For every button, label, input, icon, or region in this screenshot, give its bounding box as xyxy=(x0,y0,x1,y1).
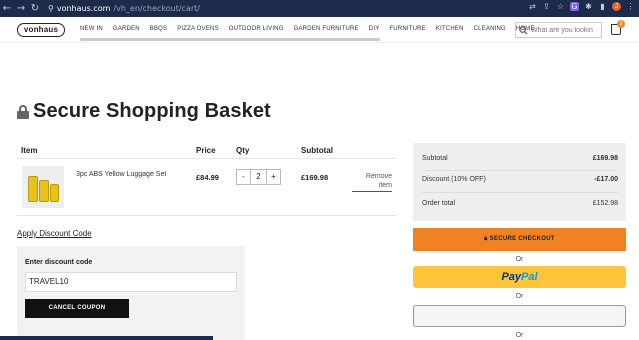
alternative-payment-button[interactable] xyxy=(413,305,626,327)
vonhaus-logo[interactable]: vonhaus xyxy=(17,23,65,37)
site-info-icon[interactable]: ⚲ xyxy=(48,4,54,13)
total-label: Order total xyxy=(422,200,456,207)
discount-row-value: -£17.00 xyxy=(594,176,618,183)
lock-icon: 🔒︎ xyxy=(484,236,488,242)
total-value: £152.98 xyxy=(592,200,618,207)
extension-icon[interactable]: G xyxy=(570,2,579,11)
url-host: vonhaus.com xyxy=(56,4,111,13)
col-subtotal-header: Subtotal xyxy=(301,146,333,155)
search-icon xyxy=(519,25,528,34)
menu-item[interactable]: NEW IN xyxy=(80,26,103,32)
summary-discount-row: Discount (10% OFF) -£17.00 xyxy=(422,176,618,183)
browser-tools: ⇄ ⇪ ☆ G ✱ ▮ J ⋮ xyxy=(528,2,635,11)
quantity-stepper: - 2 + xyxy=(236,169,281,185)
share-icon[interactable]: ⇪ xyxy=(542,2,551,11)
url-path: /vh_en/checkout/cart/ xyxy=(113,4,200,13)
bookmark-icon[interactable]: ☆ xyxy=(556,2,565,11)
discount-code-input[interactable]: TRAVEL10 xyxy=(25,272,237,292)
sidebar-icon[interactable]: ▮ xyxy=(598,2,607,11)
order-summary: Subtotal £169.98 Discount (10% OFF) -£17… xyxy=(413,143,626,221)
page-title: Secure Shopping Basket xyxy=(33,100,271,122)
menu-item[interactable]: KITCHEN xyxy=(436,26,464,32)
browser-toolbar: ← → ↻ ⚲ vonhaus.com/vh_en/checkout/cart/… xyxy=(0,0,639,17)
row-subtotal: £169.98 xyxy=(301,173,329,182)
remove-item-link[interactable]: Remove item xyxy=(352,172,392,192)
subtotal-label: Subtotal xyxy=(422,155,448,162)
or-separator: Or xyxy=(515,293,524,300)
divider xyxy=(17,215,397,216)
menu-item[interactable]: BBQS xyxy=(150,26,167,32)
cancel-coupon-button[interactable]: CANCEL COUPON xyxy=(25,299,129,318)
discount-panel: Enter discount code TRAVEL10 CANCEL COUP… xyxy=(17,246,245,340)
divider xyxy=(422,170,618,171)
menu-scrollbar[interactable] xyxy=(80,38,380,41)
secure-checkout-button[interactable]: 🔒︎ SECURE CHECKOUT xyxy=(413,228,626,251)
lock-icon xyxy=(17,104,29,119)
or-separator: Or xyxy=(515,332,524,339)
search-placeholder: What are you lookin xyxy=(531,26,593,34)
menu-icon[interactable]: ⋮ xyxy=(626,2,635,11)
qty-increase-button[interactable]: + xyxy=(266,169,281,185)
paypal-logo-pal: Pal xyxy=(521,271,538,283)
product-price: £84.99 xyxy=(196,173,219,182)
puzzle-icon[interactable]: ✱ xyxy=(584,2,593,11)
paypal-button[interactable]: PayPal xyxy=(413,266,626,288)
apply-discount-link[interactable]: Apply Discount Code xyxy=(17,229,92,238)
paypal-logo-pay: Pay xyxy=(501,271,522,283)
cart-count-badge: 2 xyxy=(617,20,625,28)
qty-decrease-button[interactable]: - xyxy=(236,169,251,185)
menu-item[interactable]: FURNITURE xyxy=(389,26,425,32)
menu-item[interactable]: GARDEN FURNITURE xyxy=(294,26,359,32)
menu-item[interactable]: GARDEN xyxy=(113,26,140,32)
col-price-header: Price xyxy=(196,146,216,155)
col-qty-header: Qty xyxy=(236,146,250,155)
col-item-header: Item xyxy=(21,146,38,155)
menu-item[interactable]: OUTDOOR LIVING xyxy=(229,26,284,32)
page-title-wrap: Secure Shopping Basket xyxy=(17,100,271,123)
address-bar[interactable]: ⚲ vonhaus.com/vh_en/checkout/cart/ xyxy=(48,4,200,13)
qty-input[interactable]: 2 xyxy=(251,169,266,185)
back-icon[interactable]: ← xyxy=(0,3,14,14)
menu-item[interactable]: PIZZA OVENS xyxy=(177,26,219,32)
horizontal-scrollbar[interactable] xyxy=(0,336,213,340)
product-image[interactable] xyxy=(22,166,64,208)
summary-subtotal-row: Subtotal £169.98 xyxy=(422,155,618,162)
translate-icon[interactable]: ⇄ xyxy=(528,2,537,11)
discount-label: Enter discount code xyxy=(25,259,93,266)
subtotal-value: £169.98 xyxy=(592,155,618,162)
or-separator: Or xyxy=(515,256,524,263)
site-header: vonhaus NEW IN GARDEN BBQS PIZZA OVENS O… xyxy=(0,17,639,43)
main-menu: NEW IN GARDEN BBQS PIZZA OVENS OUTDOOR L… xyxy=(80,26,545,32)
forward-icon[interactable]: → xyxy=(14,3,28,14)
profile-avatar[interactable]: J xyxy=(612,2,621,11)
menu-item[interactable]: CLEANING xyxy=(474,26,506,32)
divider xyxy=(422,192,618,193)
reload-icon[interactable]: ↻ xyxy=(28,3,42,14)
discount-row-label: Discount (10% OFF) xyxy=(422,176,486,183)
summary-total-row: Order total £152.98 xyxy=(422,200,618,207)
menu-item[interactable]: DIY xyxy=(369,26,380,32)
secure-checkout-label: SECURE CHECKOUT xyxy=(489,236,555,242)
search-input[interactable]: What are you lookin xyxy=(515,22,602,38)
divider xyxy=(17,158,397,159)
product-name[interactable]: 3pc ABS Yellow Luggage Set xyxy=(76,171,166,178)
